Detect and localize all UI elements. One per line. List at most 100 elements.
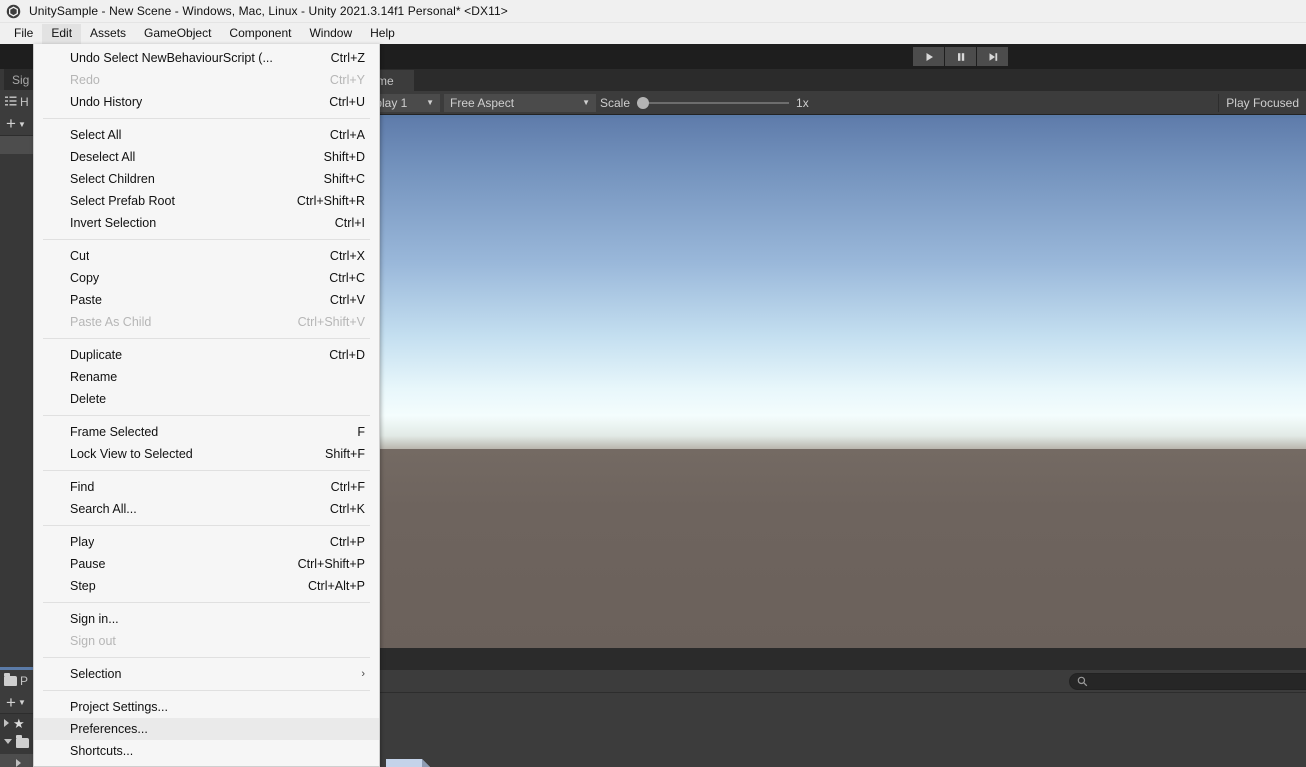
edit-dropdown-menu[interactable]: Undo Select NewBehaviourScript (... Ctrl+… — [33, 44, 380, 767]
plus-icon[interactable]: + — [6, 694, 16, 711]
menu-item-label: Select Prefab Root — [70, 194, 175, 208]
chevron-down-icon[interactable] — [4, 738, 12, 748]
menu-item-select-all[interactable]: Select All Ctrl+A — [34, 124, 379, 146]
menu-item-undo-history[interactable]: Undo History Ctrl+U — [34, 91, 379, 113]
menu-item-duplicate[interactable]: Duplicate Ctrl+D — [34, 344, 379, 366]
menu-item-shortcut: Ctrl+Shift+R — [296, 194, 365, 208]
search-icon — [1077, 676, 1088, 687]
menu-item-shortcut: Ctrl+C — [329, 271, 365, 285]
menubar-item-file[interactable]: File — [5, 24, 42, 44]
menu-item-shortcut: Shift+C — [323, 172, 365, 186]
menu-item-label: Step — [70, 579, 96, 593]
window-title: UnitySample - New Scene - Windows, Mac, … — [29, 4, 508, 18]
menu-item-delete[interactable]: Delete — [34, 388, 379, 410]
menu-separator — [43, 657, 370, 658]
unity-logo-icon — [6, 4, 21, 18]
menu-item-label: Redo — [70, 73, 100, 87]
project-toolbar: + ▼ — [0, 692, 34, 714]
menu-item-sign-in[interactable]: Sign in... — [34, 608, 379, 630]
chevron-right-icon[interactable] — [16, 759, 21, 767]
chevron-right-icon[interactable] — [4, 719, 9, 727]
menu-item-search-all[interactable]: Search All... Ctrl+K — [34, 498, 379, 520]
menu-item-clear-all-playerprefs[interactable]: Clear All PlayerPrefs — [34, 762, 379, 766]
menu-item-rename[interactable]: Rename — [34, 366, 379, 388]
tab-project[interactable]: P — [0, 670, 34, 692]
scale-slider-knob[interactable] — [637, 97, 650, 109]
menu-separator — [43, 470, 370, 471]
aspect-dropdown-value: Free Aspect — [450, 95, 515, 110]
menu-item-label: Preferences... — [70, 722, 148, 736]
chevron-right-icon: › — [361, 668, 365, 680]
menu-item-project-settings[interactable]: Project Settings... — [34, 696, 379, 718]
menu-item-label: Paste — [70, 293, 102, 307]
scale-slider-track — [637, 102, 790, 104]
play-focused-dropdown[interactable]: Play Focused — [1218, 94, 1306, 112]
menu-item-cut[interactable]: Cut Ctrl+X — [34, 245, 379, 267]
list-item[interactable] — [0, 732, 34, 754]
menu-item-shortcut: Ctrl+Y — [329, 73, 365, 87]
menu-item-selection[interactable]: Selection › — [34, 663, 379, 685]
menubar-item-gameobject[interactable]: GameObject — [135, 24, 220, 44]
chevron-down-icon[interactable]: ▼ — [18, 698, 26, 707]
scale-label: Scale — [600, 96, 631, 110]
menu-item-step[interactable]: Step Ctrl+Alt+P — [34, 575, 379, 597]
project-search-field[interactable] — [1069, 673, 1306, 690]
plus-icon[interactable]: + — [6, 115, 16, 132]
step-icon — [989, 52, 997, 61]
menu-item-shortcuts[interactable]: Shortcuts... — [34, 740, 379, 762]
menu-item-label: Play — [70, 535, 95, 549]
menu-item-select-prefab-root[interactable]: Select Prefab Root Ctrl+Shift+R — [34, 190, 379, 212]
menu-item-label: Find — [70, 480, 95, 494]
search-input[interactable] — [1093, 675, 1306, 688]
list-item[interactable] — [0, 754, 34, 767]
menu-item-paste-as-child: Paste As Child Ctrl+Shift+V — [34, 311, 379, 333]
menubar-item-window[interactable]: Window — [300, 24, 361, 44]
menu-item-deselect-all[interactable]: Deselect All Shift+D — [34, 146, 379, 168]
menu-separator — [43, 239, 370, 240]
folder-icon — [4, 673, 17, 686]
list-item[interactable]: ★ — [0, 714, 34, 732]
menu-item-label: Duplicate — [70, 348, 123, 362]
csharp-script-icon[interactable] — [386, 759, 435, 767]
play-button[interactable] — [913, 47, 944, 66]
menu-item-invert-selection[interactable]: Invert Selection Ctrl+I — [34, 212, 379, 234]
menu-item-frame-selected[interactable]: Frame Selected F — [34, 421, 379, 443]
menu-item-play[interactable]: Play Ctrl+P — [34, 531, 379, 553]
menu-item-lock-view-to-selected[interactable]: Lock View to Selected Shift+F — [34, 443, 379, 465]
hierarchy-body — [0, 154, 34, 667]
tab-project-label: P — [20, 674, 29, 688]
menu-item-label: Paste As Child — [70, 315, 152, 329]
menu-item-shortcut: F — [357, 425, 365, 439]
menu-item-label: Rename — [70, 370, 118, 384]
menu-item-undo-select-newbehaviourscript[interactable]: Undo Select NewBehaviourScript (... Ctrl+… — [34, 47, 379, 69]
menu-item-find[interactable]: Find Ctrl+F — [34, 476, 379, 498]
menubar-item-edit[interactable]: Edit — [42, 23, 82, 44]
menu-separator — [43, 338, 370, 339]
menu-item-label: Lock View to Selected — [70, 447, 193, 461]
chevron-down-icon[interactable]: ▼ — [18, 120, 26, 129]
menu-item-shortcut: Ctrl+Shift+P — [297, 557, 365, 571]
hierarchy-toolbar: + ▼ — [0, 113, 34, 136]
hierarchy-selected-row[interactable] — [0, 136, 34, 154]
menu-item-copy[interactable]: Copy Ctrl+C — [34, 267, 379, 289]
menu-item-paste[interactable]: Paste Ctrl+V — [34, 289, 379, 311]
menubar-item-assets[interactable]: Assets — [81, 24, 135, 44]
menu-item-shortcut: Ctrl+Z — [330, 51, 365, 65]
menu-item-pause[interactable]: Pause Ctrl+Shift+P — [34, 553, 379, 575]
tab-hierarchy[interactable]: H — [0, 90, 34, 113]
menubar-item-help[interactable]: Help — [361, 24, 404, 44]
menu-item-label: Select Children — [70, 172, 155, 186]
pause-button[interactable] — [945, 47, 976, 66]
menu-item-preferences[interactable]: Preferences... — [34, 718, 379, 740]
menu-item-select-children[interactable]: Select Children Shift+C — [34, 168, 379, 190]
menu-item-label: Search All... — [70, 502, 137, 516]
menu-separator — [43, 415, 370, 416]
menu-item-label: Frame Selected — [70, 425, 159, 439]
menu-item-shortcut: Ctrl+I — [334, 216, 365, 230]
menu-item-label: Project Settings... — [70, 700, 168, 714]
scale-slider[interactable] — [637, 94, 790, 112]
step-button[interactable] — [977, 47, 1008, 66]
aspect-dropdown[interactable]: Free Aspect ▼ — [444, 93, 596, 112]
menubar-item-component[interactable]: Component — [220, 24, 300, 44]
menu-item-shortcut: Ctrl+Shift+V — [297, 315, 365, 329]
